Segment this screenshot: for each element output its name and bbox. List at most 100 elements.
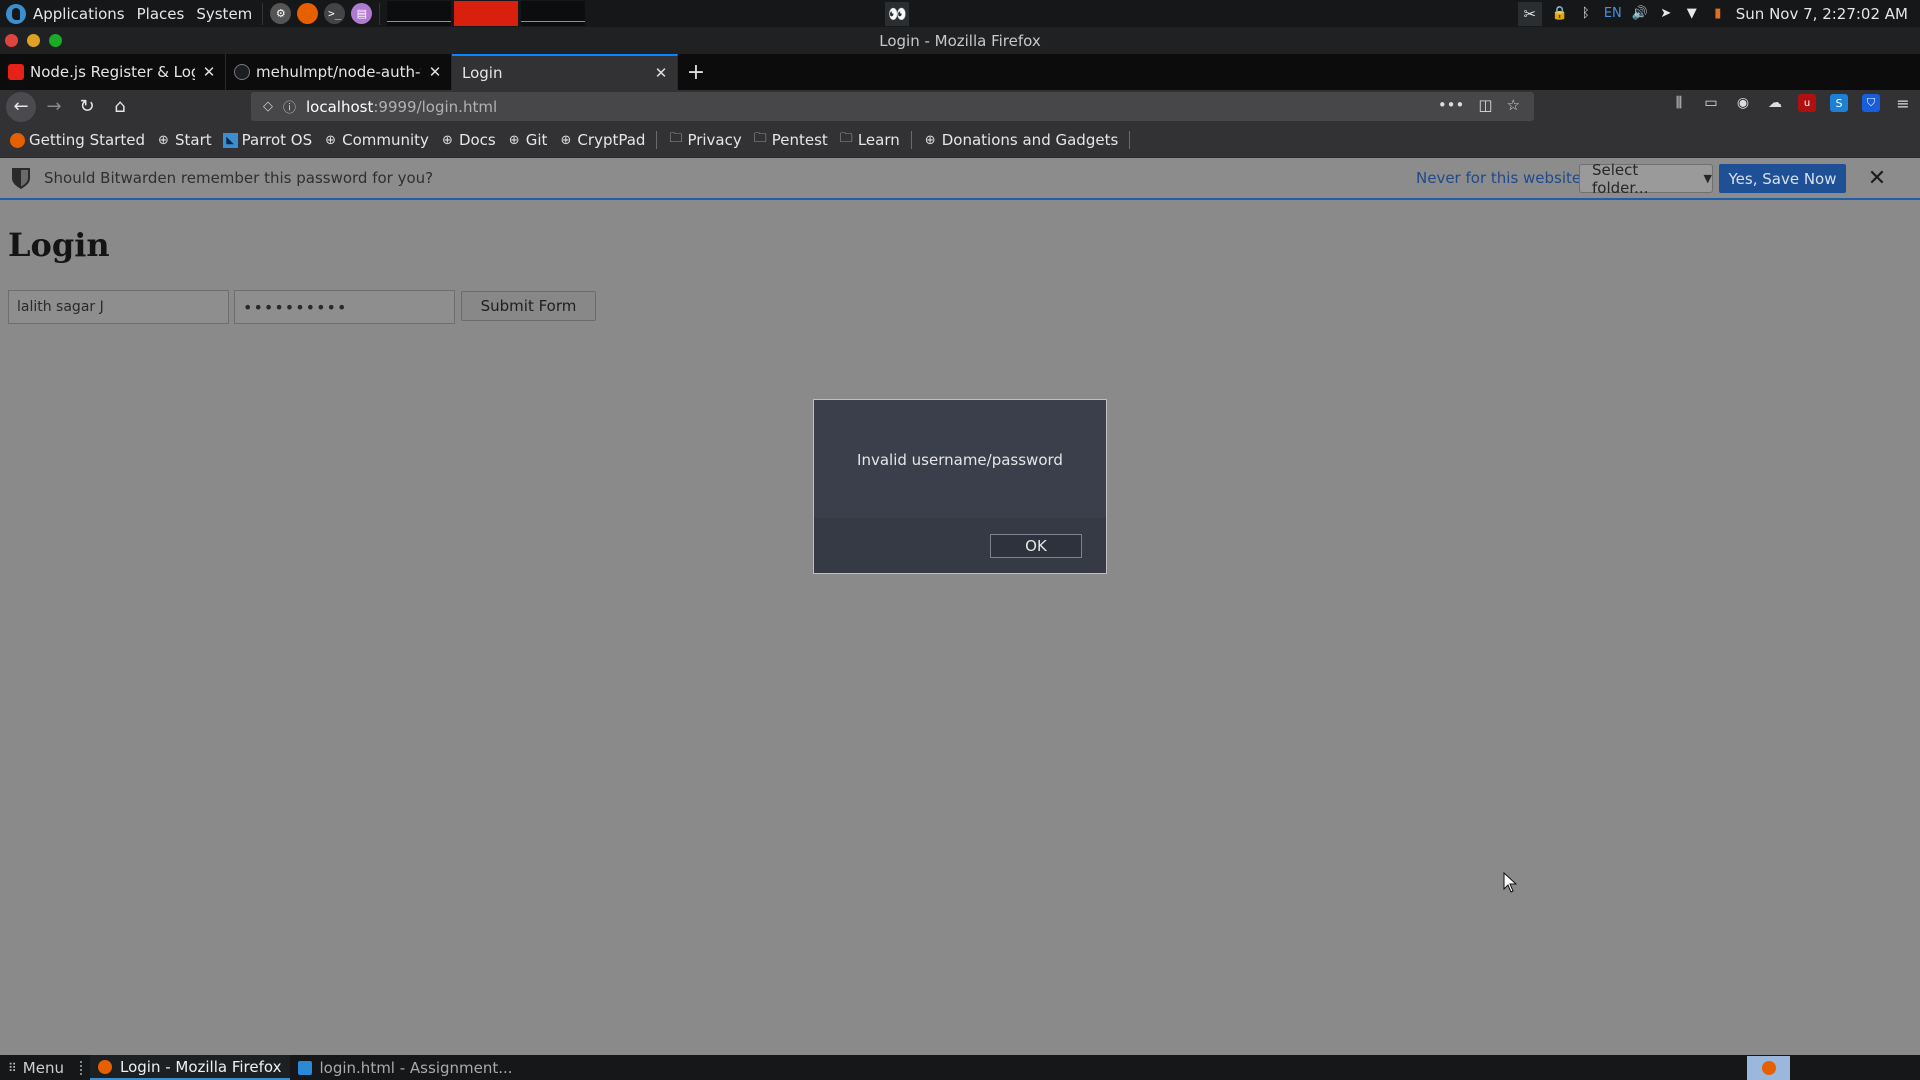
chevron-down-icon: ▼ <box>1703 172 1712 185</box>
account-icon[interactable]: ◉ <box>1734 94 1752 112</box>
yes-save-now-button[interactable]: Yes, Save Now <box>1719 164 1846 193</box>
ublock-icon[interactable]: u <box>1798 94 1816 112</box>
submit-form-button[interactable]: Submit Form <box>461 291 596 321</box>
system-menu-label: System <box>196 4 253 23</box>
eyes-applet-icon: 👀 <box>885 1 910 26</box>
select-folder-label: Select folder... <box>1592 160 1649 197</box>
taskbar-item-firefox[interactable]: Login - Mozilla Firefox <box>89 1055 290 1080</box>
bookmark-start[interactable]: ⊕ Start <box>156 131 212 149</box>
keyboard-layout-indicator[interactable]: EN <box>1604 6 1622 22</box>
bookmark-label: Pentest <box>771 131 828 149</box>
sidebar-icon[interactable]: ▭ <box>1702 94 1720 112</box>
bottom-taskbar: ⠿ Menu Login - Mozilla Firefox login.htm… <box>0 1055 1920 1080</box>
url-path: :9999/login.html <box>373 97 498 116</box>
parrot-logo-icon <box>6 3 26 24</box>
username-field[interactable]: lalith sagar J <box>8 290 229 324</box>
bookmark-git[interactable]: ⊕ Git <box>507 131 548 149</box>
system-menu[interactable]: System <box>190 0 258 27</box>
page-actions-icon[interactable]: ••• <box>1438 96 1465 114</box>
bookmark-label: Parrot OS <box>241 131 313 149</box>
arrow-right-icon: → <box>46 96 62 117</box>
forward-button[interactable]: → <box>39 92 69 122</box>
bookmarks-toolbar: Getting Started ⊕ Start ◣ Parrot OS ⊕ Co… <box>0 123 1920 158</box>
bookmark-parrot-os[interactable]: ◣ Parrot OS <box>222 131 313 149</box>
battery-icon[interactable]: ▮ <box>1710 6 1726 22</box>
bookmark-label: Community <box>342 131 429 149</box>
tracking-protection-icon[interactable]: ◇ <box>263 99 273 114</box>
volume-icon[interactable]: 🔊 <box>1632 6 1648 22</box>
firefox-icon <box>10 132 25 148</box>
bookmark-separator <box>1129 131 1131 149</box>
applications-menu[interactable]: Applications <box>0 0 131 27</box>
taskbar-handle <box>79 1060 84 1075</box>
settings-launcher-icon[interactable]: ⚙ <box>270 3 292 24</box>
library-icon[interactable]: ⫼ <box>1670 94 1688 112</box>
tab-label: Node.js Register & Login <box>30 63 195 81</box>
url-actions: ••• ◫ ☆ <box>1438 96 1520 114</box>
tab-login[interactable]: Login ✕ <box>452 54 678 90</box>
taskbar-menu-button[interactable]: ⠿ Menu <box>0 1055 72 1080</box>
screenshot-icon[interactable]: ✂ <box>1517 1 1542 26</box>
bookmark-folder-privacy[interactable]: 🗀 Privacy <box>668 131 741 149</box>
select-folder-dropdown[interactable]: Select folder... ▼ <box>1579 161 1713 197</box>
pocket-icon[interactable]: ◫ <box>1478 96 1492 114</box>
panel-separator <box>379 2 381 25</box>
reload-button[interactable]: ↻ <box>72 92 102 122</box>
network-graph <box>521 1 586 26</box>
applications-menu-label: Applications <box>33 4 125 23</box>
terminal-launcher-icon[interactable]: >_ <box>324 3 346 24</box>
bookmark-cryptpad[interactable]: ⊕ CryptPad <box>558 131 645 149</box>
bookmark-label: CryptPad <box>577 131 646 149</box>
bitwarden-prompt: Should Bitwarden remember this password … <box>44 169 434 187</box>
workspace-switcher[interactable] <box>1747 1056 1790 1080</box>
back-button[interactable]: ← <box>6 91 36 122</box>
globe-icon: ⊕ <box>560 132 572 148</box>
bookmark-label: Start <box>174 131 212 149</box>
home-button[interactable]: ⌂ <box>105 92 135 122</box>
ok-button[interactable]: OK <box>990 534 1082 558</box>
bookmark-folder-pentest[interactable]: 🗀 Pentest <box>753 131 828 149</box>
window-title-bar[interactable]: Login - Mozilla Firefox <box>0 27 1920 54</box>
tab-github-node-auth[interactable]: mehulmpt/node-auth-yo ✕ <box>226 54 452 90</box>
bookmark-label: Getting Started <box>29 131 145 149</box>
bookmark-folder-learn[interactable]: 🗀 Learn <box>839 131 900 149</box>
page-title: Login <box>8 226 110 264</box>
hamburger-menu-icon[interactable]: ≡ <box>1894 94 1912 113</box>
site-info-icon[interactable]: ⓘ <box>283 97 296 116</box>
bookmark-label: Learn <box>857 131 900 149</box>
close-tab-icon[interactable]: ✕ <box>427 63 443 81</box>
bookmark-donations-gadgets[interactable]: ⊕ Donations and Gadgets <box>923 131 1118 149</box>
wifi-icon[interactable]: ▼ <box>1684 6 1700 22</box>
globe-icon: ⊕ <box>441 132 453 148</box>
vscode-icon <box>297 1060 312 1075</box>
cpu-graph <box>387 1 452 26</box>
password-field[interactable]: •••••••••• <box>234 290 455 324</box>
extension-icon[interactable]: ☁ <box>1766 94 1784 112</box>
clock[interactable]: Sun Nov 7, 2:27:02 AM <box>1736 5 1908 23</box>
close-notification-icon[interactable]: ✕ <box>1867 164 1887 192</box>
bookmark-docs[interactable]: ⊕ Docs <box>440 131 496 149</box>
places-menu[interactable]: Places <box>131 0 191 27</box>
notes-launcher-icon[interactable]: ▤ <box>351 3 373 24</box>
bluetooth-icon[interactable]: ᛒ <box>1578 6 1594 22</box>
bitwarden-icon[interactable]: ⛉ <box>1862 94 1880 112</box>
bookmark-getting-started[interactable]: Getting Started <box>10 131 145 149</box>
window-title: Login - Mozilla Firefox <box>879 32 1041 50</box>
tab-nodejs-register-login[interactable]: Node.js Register & Login ✕ <box>0 54 226 90</box>
never-for-this-website-link[interactable]: Never for this website <box>1416 169 1581 187</box>
bitwarden-shield-icon <box>12 168 30 189</box>
bookmark-community[interactable]: ⊕ Community <box>323 131 429 149</box>
close-tab-icon[interactable]: ✕ <box>653 64 669 82</box>
globe-icon: ⊕ <box>924 132 936 148</box>
bookmark-label: Git <box>525 131 548 149</box>
firefox-launcher-icon[interactable] <box>297 3 319 24</box>
new-tab-button[interactable]: + <box>678 54 714 90</box>
close-tab-icon[interactable]: ✕ <box>201 63 217 81</box>
bookmark-star-icon[interactable]: ☆ <box>1507 96 1520 114</box>
telegram-icon[interactable]: ➤ <box>1658 6 1674 22</box>
github-icon <box>234 64 250 80</box>
url-bar[interactable]: ◇ ⓘ localhost:9999/login.html ••• ◫ ☆ <box>251 92 1534 121</box>
lock-icon[interactable]: 🔒 <box>1552 6 1568 22</box>
skype-extension-icon[interactable]: S <box>1830 94 1848 112</box>
taskbar-item-vscode[interactable]: login.html - Assignment... <box>290 1055 521 1080</box>
